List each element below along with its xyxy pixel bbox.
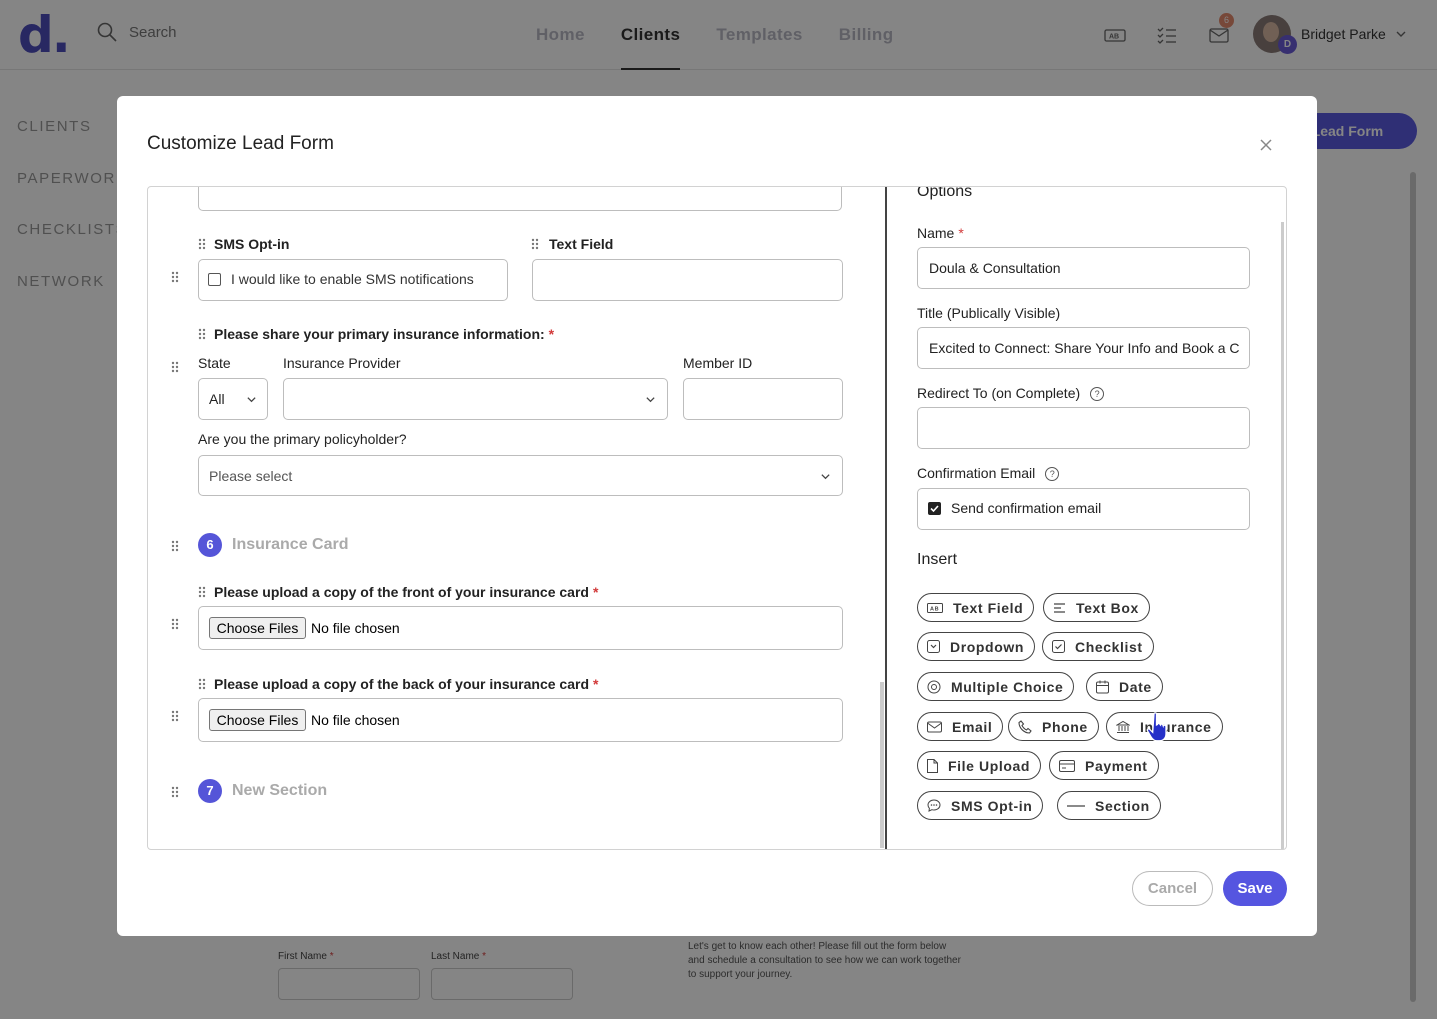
drag-handle-icon[interactable] (171, 710, 179, 722)
redirect-label: Redirect To (on Complete)? (917, 385, 1105, 401)
line-icon (1067, 804, 1085, 807)
phone-icon (1018, 719, 1032, 734)
insert-checklist-button[interactable]: Checklist (1042, 632, 1154, 661)
sms-optin-label: SMS Opt-in (214, 236, 290, 252)
drag-handle-icon[interactable] (198, 328, 206, 340)
hand-cursor-icon (1146, 712, 1167, 742)
chat-icon (927, 799, 941, 812)
dropdown-icon (927, 640, 940, 653)
form-preview-pane: SMS Opt-in Text Field I would like to en… (148, 187, 881, 849)
member-id-input[interactable] (683, 378, 843, 420)
insert-phone-button[interactable]: Phone (1008, 712, 1099, 741)
bank-icon (1116, 720, 1130, 733)
member-id-label: Member ID (683, 355, 753, 371)
svg-text:AB: AB (930, 606, 939, 612)
insert-sms-optin-button[interactable]: SMS Opt-in (917, 791, 1044, 820)
drag-handle-icon[interactable] (171, 540, 179, 552)
help-icon[interactable]: ? (1045, 467, 1060, 481)
state-label: State (198, 355, 231, 371)
state-select-value: All (209, 391, 225, 407)
front-no-file-text: No file chosen (311, 620, 400, 636)
insert-email-button[interactable]: Email (917, 712, 1004, 741)
redirect-input[interactable] (917, 407, 1250, 449)
save-button[interactable]: Save (1223, 871, 1287, 906)
front-upload-label: Please upload a copy of the front of you… (214, 584, 599, 600)
file-icon (927, 758, 938, 773)
calendar-icon (1096, 680, 1109, 693)
insert-heading: Insert (917, 551, 958, 568)
insert-dropdown-button[interactable]: Dropdown (917, 632, 1036, 661)
options-pane: Options Name * Doula & Consultation Title… (887, 187, 1286, 849)
modal-title: Customize Lead Form (147, 133, 334, 154)
drag-handle-icon[interactable] (198, 678, 206, 690)
back-no-file-text: No file chosen (311, 712, 400, 728)
name-label: Name * (917, 225, 964, 241)
title-label: Title (Publically Visible) (917, 305, 1061, 321)
sms-optin-checkbox[interactable] (208, 273, 221, 286)
section-number-badge: 7 (198, 779, 222, 803)
insurance-question-label: Please share your primary insurance info… (214, 326, 555, 342)
close-icon[interactable] (1257, 136, 1275, 154)
card-icon (1059, 759, 1075, 772)
back-choose-files-button[interactable]: Choose Files (209, 709, 306, 731)
form-editor: SMS Opt-in Text Field I would like to en… (147, 186, 1287, 850)
chevron-down-icon (646, 397, 655, 403)
title-input[interactable]: Excited to Connect: Share Your Info and … (917, 327, 1250, 369)
insert-date-button[interactable]: Date (1086, 672, 1163, 701)
drag-handle-icon[interactable] (171, 786, 179, 798)
options-heading: Options (917, 187, 973, 200)
chevron-down-icon (247, 397, 256, 403)
drag-handle-icon[interactable] (198, 586, 206, 598)
drag-handle-icon[interactable] (171, 361, 179, 373)
policyholder-select[interactable]: Please select (198, 455, 843, 496)
drag-handle-icon[interactable] (531, 238, 539, 250)
cancel-button[interactable]: Cancel (1132, 871, 1213, 906)
section-title[interactable]: New Section (232, 782, 327, 800)
insurance-provider-select[interactable] (283, 378, 668, 420)
text-field-input[interactable] (532, 259, 843, 301)
insert-text-box-button[interactable]: Text Box (1043, 593, 1150, 622)
checklist-icon (1052, 640, 1065, 653)
drag-handle-icon[interactable] (171, 618, 179, 630)
options-scrollbar[interactable] (1281, 222, 1284, 849)
insert-section-button[interactable]: Section (1057, 791, 1161, 820)
section-title[interactable]: Insurance Card (232, 536, 348, 554)
help-icon[interactable]: ? (1090, 387, 1105, 401)
insert-multiple-choice-button[interactable]: Multiple Choice (917, 672, 1075, 701)
confirmation-email-text: Send confirmation email (951, 500, 1102, 516)
section-number-badge: 6 (198, 533, 222, 557)
text-field-label: Text Field (549, 236, 614, 252)
state-select[interactable]: All (198, 378, 268, 420)
back-upload-label: Please upload a copy of the back of your… (214, 676, 599, 692)
preview-scrollbar[interactable] (880, 682, 884, 848)
sms-optin-checkbox-text: I would like to enable SMS notifications (231, 271, 474, 287)
customize-lead-form-modal: Customize Lead Form SMS Opt-in Text Fiel… (117, 96, 1317, 936)
radio-icon (927, 680, 941, 693)
insurance-provider-label: Insurance Provider (283, 355, 401, 371)
drag-handle-icon[interactable] (171, 271, 179, 283)
policyholder-placeholder: Please select (209, 468, 293, 484)
front-choose-files-button[interactable]: Choose Files (209, 617, 306, 639)
previous-field-input[interactable] (198, 187, 842, 211)
name-input[interactable]: Doula & Consultation (917, 247, 1250, 289)
drag-handle-icon[interactable] (198, 238, 206, 250)
insert-file-upload-button[interactable]: File Upload (917, 751, 1042, 780)
mail-icon (927, 721, 942, 732)
chevron-down-icon (821, 474, 830, 480)
text-field-icon: AB (927, 602, 943, 613)
confirmation-email-checkbox[interactable] (928, 502, 941, 515)
insert-text-field-button[interactable]: AB Text Field (917, 593, 1035, 622)
insert-payment-button[interactable]: Payment (1049, 751, 1159, 780)
policyholder-question-label: Are you the primary policyholder? (198, 431, 407, 447)
confirmation-email-label: Confirmation Email? (917, 465, 1060, 481)
text-box-icon (1054, 602, 1065, 613)
